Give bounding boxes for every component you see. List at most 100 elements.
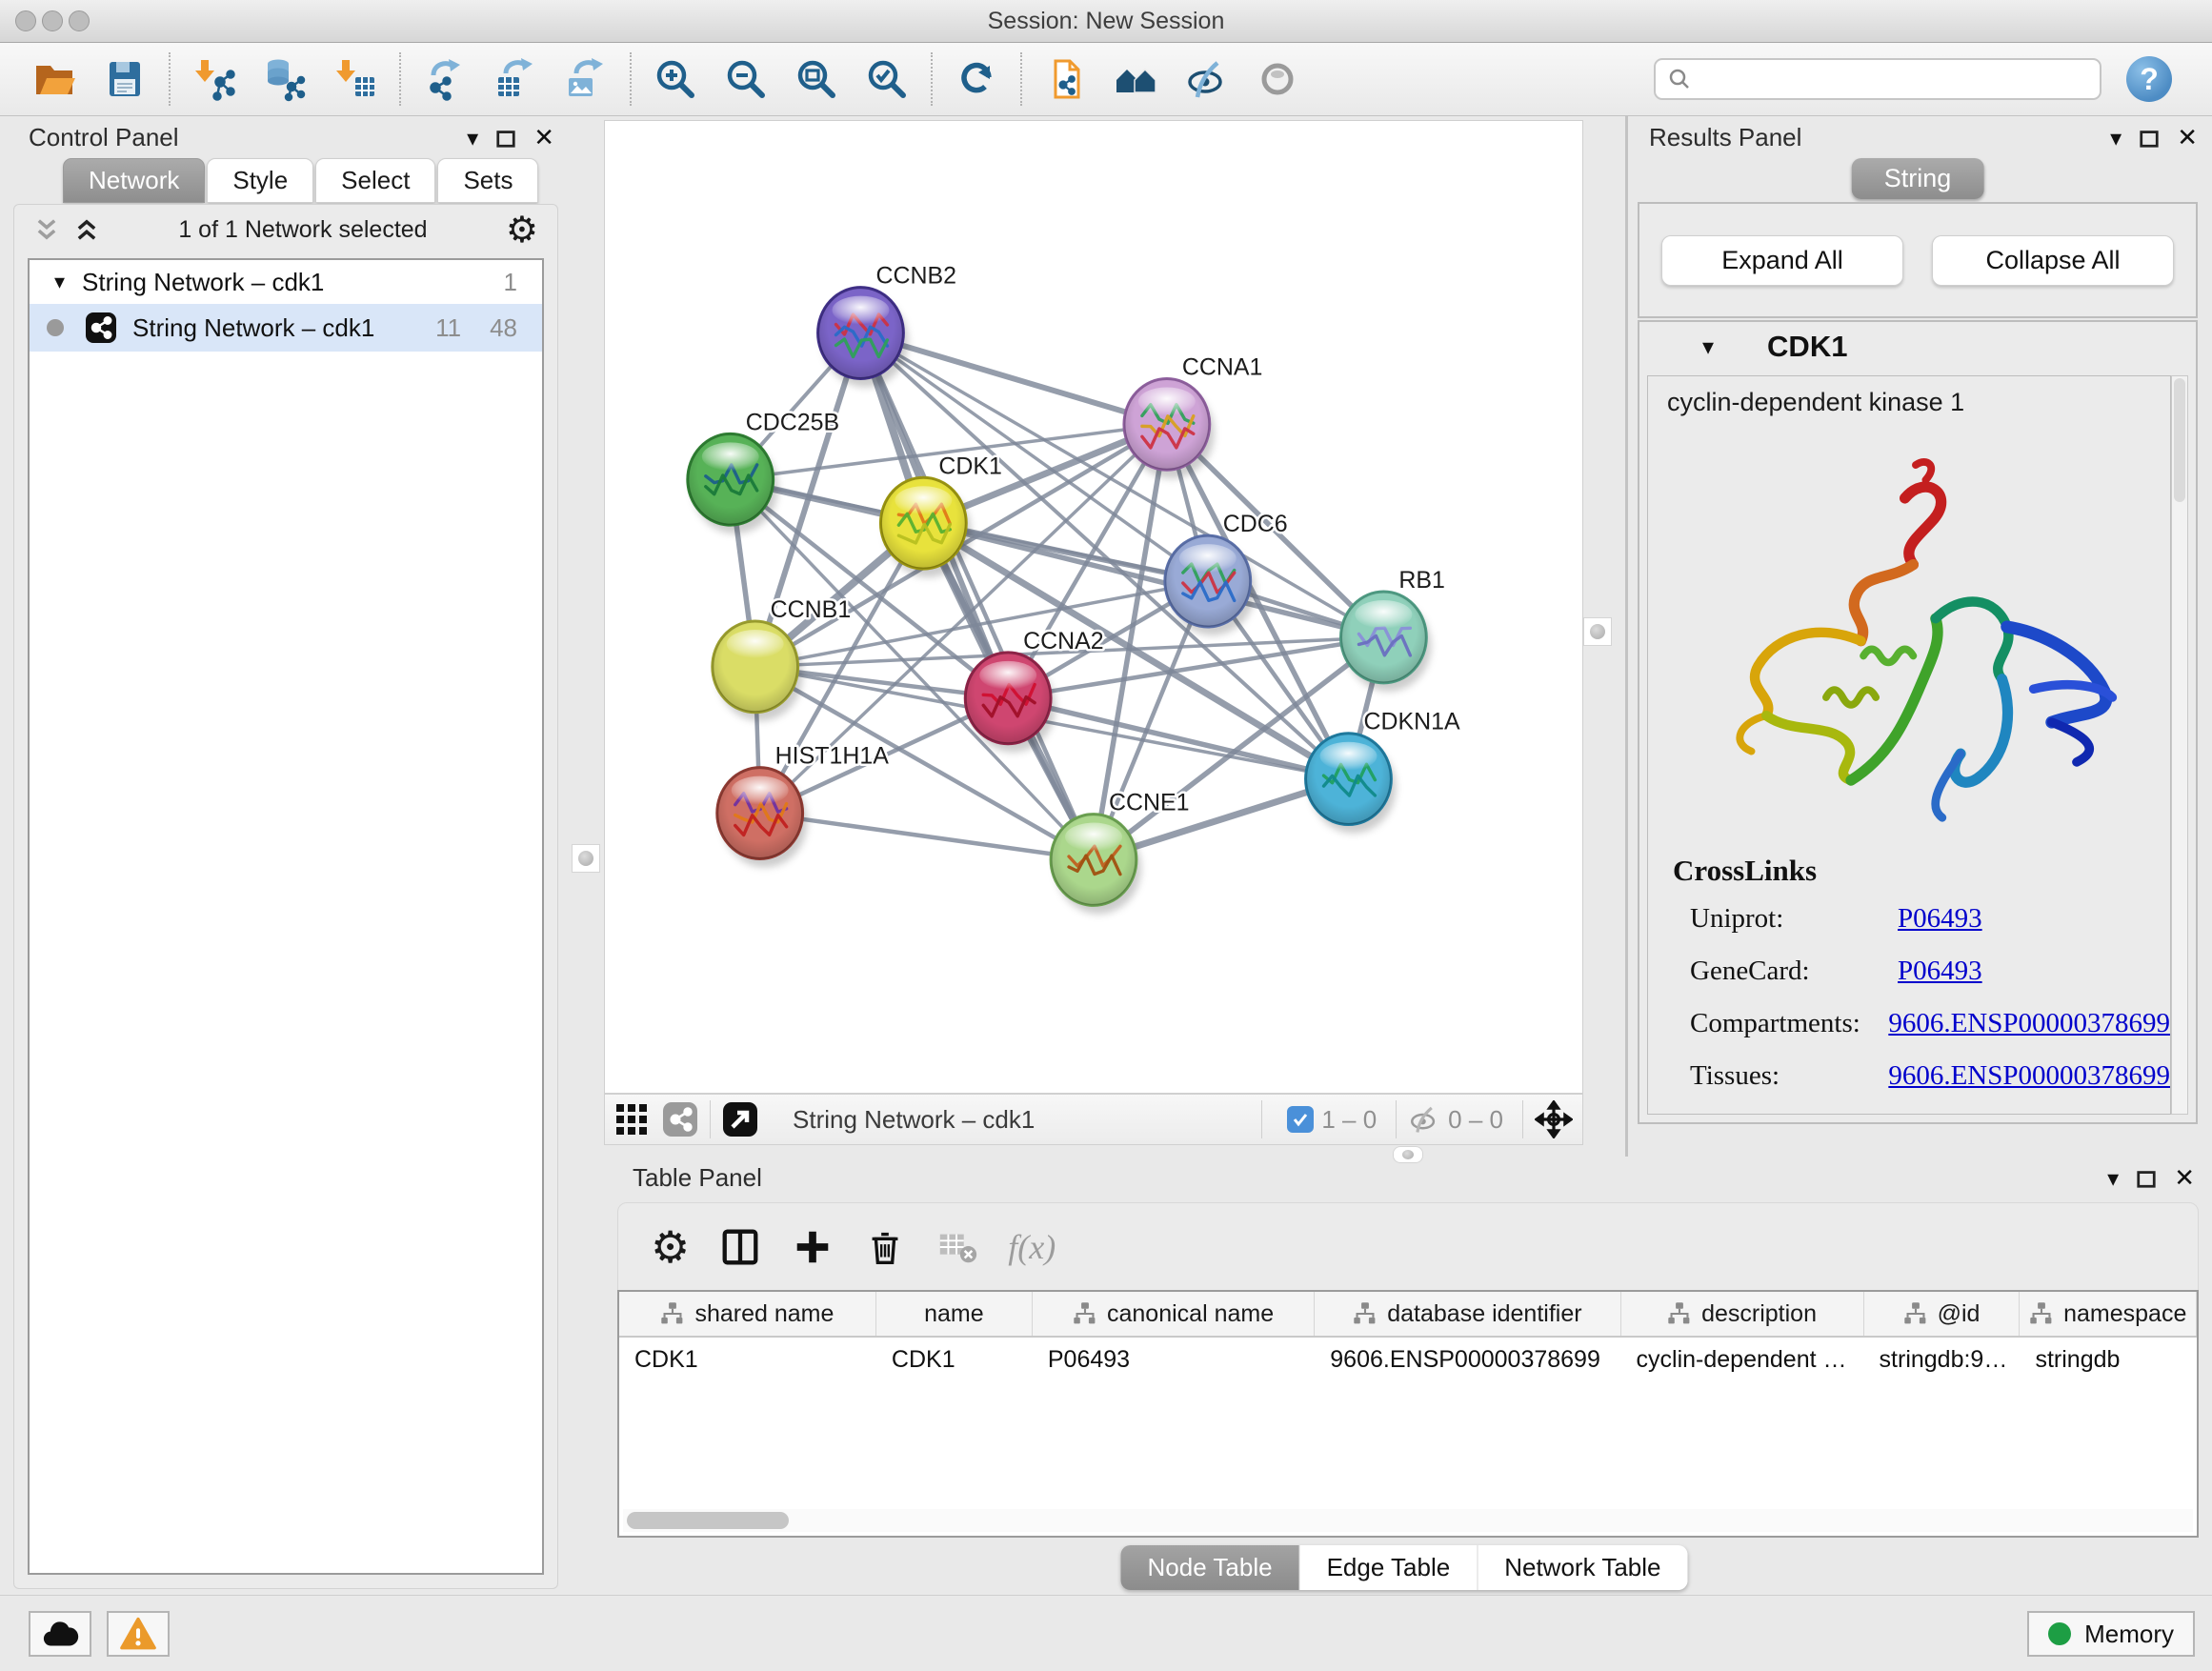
show-columns-icon[interactable] <box>718 1225 762 1269</box>
add-column-icon[interactable] <box>791 1225 835 1269</box>
tab-style[interactable]: Style <box>207 158 313 203</box>
crosslink-link[interactable]: P06493 <box>1898 956 1982 987</box>
column-header-6[interactable]: namespace <box>2020 1292 2196 1336</box>
float-panel-icon[interactable] <box>2139 128 2160 149</box>
table-row[interactable]: CDK1CDK1P064939606.ENSP00000378699cyclin… <box>619 1338 2197 1381</box>
crosslink-label: Tissues: <box>1690 1060 1888 1092</box>
zoom-selected-button[interactable] <box>852 49 922 110</box>
table-settings-gear-icon[interactable]: ⚙ <box>651 1225 690 1269</box>
panel-menu-icon[interactable]: ▾ <box>2110 125 2122 151</box>
float-panel-icon[interactable] <box>495 128 516 149</box>
tab-network-table[interactable]: Network Table <box>1478 1545 1687 1590</box>
help-button[interactable]: ? <box>2126 56 2172 102</box>
right-splitter-handle[interactable] <box>1583 617 1612 646</box>
zoom-out-button[interactable] <box>711 49 781 110</box>
node-count: 11 <box>435 313 461 343</box>
string-network-graph[interactable]: CCNB2CCNA1CDC25BCDK1CDC6RB1CCNB1CCNA2CDK… <box>605 121 1582 1093</box>
table-cell-5[interactable]: stringdb:9… <box>1864 1338 2021 1381</box>
panel-menu-icon[interactable]: ▾ <box>467 125 478 151</box>
close-panel-icon[interactable]: ✕ <box>533 124 554 152</box>
import-network-database-button[interactable] <box>250 49 320 110</box>
save-session-button[interactable] <box>90 49 160 110</box>
export-table-button[interactable] <box>480 49 551 110</box>
network-row[interactable]: String Network – cdk1 11 48 <box>30 304 542 352</box>
column-header-4[interactable]: description <box>1621 1292 1864 1336</box>
node-cdc6[interactable]: CDC6 <box>1165 511 1288 635</box>
refresh-button[interactable] <box>941 49 1012 110</box>
network-tree: ▾ String Network – cdk1 1 String Network… <box>28 258 544 1575</box>
string-document-button[interactable] <box>1031 49 1101 110</box>
table-cell-1[interactable]: CDK1 <box>876 1338 1033 1381</box>
collapse-all-button[interactable]: Collapse All <box>1932 235 2174 286</box>
column-header-0[interactable]: shared name <box>619 1292 876 1336</box>
table-cell-2[interactable]: P06493 <box>1033 1338 1315 1381</box>
edge-hist1h1a-ccne1[interactable] <box>760 814 1094 860</box>
collapse-triangle-icon[interactable]: ▾ <box>1702 333 1714 360</box>
tab-edge-table[interactable]: Edge Table <box>1300 1545 1478 1590</box>
import-table-button[interactable] <box>320 49 391 110</box>
crosslink-link[interactable]: 9606.ENSP00000378699 <box>1888 1060 2170 1092</box>
export-image-button[interactable] <box>551 49 621 110</box>
close-panel-icon[interactable]: ✕ <box>2174 1164 2195 1193</box>
edge-ccnb2-ccne1[interactable] <box>860 333 1094 860</box>
expand-all-chevrons-icon[interactable] <box>73 216 100 243</box>
network-collection-row[interactable]: ▾ String Network – cdk1 1 <box>30 260 542 304</box>
show-all-button[interactable] <box>1242 49 1313 110</box>
close-panel-icon[interactable]: ✕ <box>2177 124 2198 152</box>
column-header-2[interactable]: canonical name <box>1033 1292 1315 1336</box>
memory-button[interactable]: Memory <box>2027 1611 2195 1657</box>
collapse-triangle-icon[interactable]: ▾ <box>54 271 65 294</box>
crosslink-label: Uniprot: <box>1690 903 1898 935</box>
zoom-in-button[interactable] <box>640 49 711 110</box>
export-network-button[interactable] <box>410 49 480 110</box>
column-header-5[interactable]: @id <box>1864 1292 2021 1336</box>
gene-entry-header[interactable]: ▾ CDK1 <box>1639 322 2196 372</box>
node-cdkn1a[interactable]: CDKN1A <box>1306 709 1460 834</box>
open-session-button[interactable] <box>19 49 90 110</box>
external-view-icon[interactable] <box>722 1101 758 1137</box>
crosslink-link[interactable]: P06493 <box>1898 1113 1982 1115</box>
tab-select[interactable]: Select <box>315 158 435 203</box>
birds-eye-icon[interactable] <box>662 1101 698 1137</box>
left-splitter-handle[interactable] <box>572 844 600 873</box>
results-scrollbar[interactable] <box>2171 375 2188 1115</box>
column-header-3[interactable]: database identifier <box>1315 1292 1620 1336</box>
string-homes-button[interactable] <box>1101 49 1172 110</box>
zoom-fit-button[interactable] <box>781 49 852 110</box>
warning-status-button[interactable] <box>107 1611 170 1657</box>
node-ccnb2[interactable]: CCNB2 <box>818 263 956 388</box>
tab-network[interactable]: Network <box>63 158 205 203</box>
float-panel-icon[interactable] <box>2136 1168 2157 1189</box>
node-hist1h1a[interactable]: HIST1H1A <box>717 743 889 868</box>
tab-string[interactable]: String <box>1852 158 1984 199</box>
table-hscrollbar[interactable] <box>623 1509 2193 1532</box>
crosslink-link[interactable]: P06493 <box>1898 903 1982 935</box>
tab-node-table[interactable]: Node Table <box>1121 1545 1300 1590</box>
expand-all-button[interactable]: Expand All <box>1661 235 1903 286</box>
tab-sets[interactable]: Sets <box>437 158 538 203</box>
panel-menu-icon[interactable]: ▾ <box>2107 1165 2119 1192</box>
table-hscrollbar-thumb[interactable] <box>627 1512 789 1529</box>
collapse-all-chevrons-icon[interactable] <box>33 216 60 243</box>
delete-column-trash-icon[interactable] <box>863 1225 907 1269</box>
cloud-status-button[interactable] <box>29 1611 91 1657</box>
hide-selected-button[interactable] <box>1172 49 1242 110</box>
table-cell-6[interactable]: stringdb <box>2020 1338 2196 1381</box>
table-cell-0[interactable]: CDK1 <box>619 1338 876 1381</box>
node-ccna1[interactable]: CCNA1 <box>1124 353 1262 478</box>
node-rb1[interactable]: RB1 <box>1340 567 1444 692</box>
pan-crosshair-icon[interactable] <box>1535 1100 1573 1138</box>
grid-view-icon[interactable] <box>614 1102 649 1137</box>
column-header-1[interactable]: name <box>876 1292 1033 1336</box>
network-canvas[interactable]: CCNB2CCNA1CDC25BCDK1CDC6RB1CCNB1CCNA2CDK… <box>604 120 1583 1094</box>
results-scrollbar-thumb[interactable] <box>2174 378 2185 502</box>
edge-cdk1-rb1[interactable] <box>923 523 1383 637</box>
table-cell-4[interactable]: cyclin-dependent … <box>1621 1338 1864 1381</box>
selected-checkbox-icon[interactable] <box>1287 1106 1314 1133</box>
node-ccnb1[interactable]: CCNB1 <box>713 596 851 721</box>
table-cell-3[interactable]: 9606.ENSP00000378699 <box>1315 1338 1620 1381</box>
crosslink-link[interactable]: 9606.ENSP00000378699 <box>1888 1008 2170 1039</box>
gear-icon[interactable]: ⚙ <box>506 211 538 248</box>
search-input[interactable] <box>1692 61 2088 97</box>
import-network-file-button[interactable] <box>179 49 250 110</box>
